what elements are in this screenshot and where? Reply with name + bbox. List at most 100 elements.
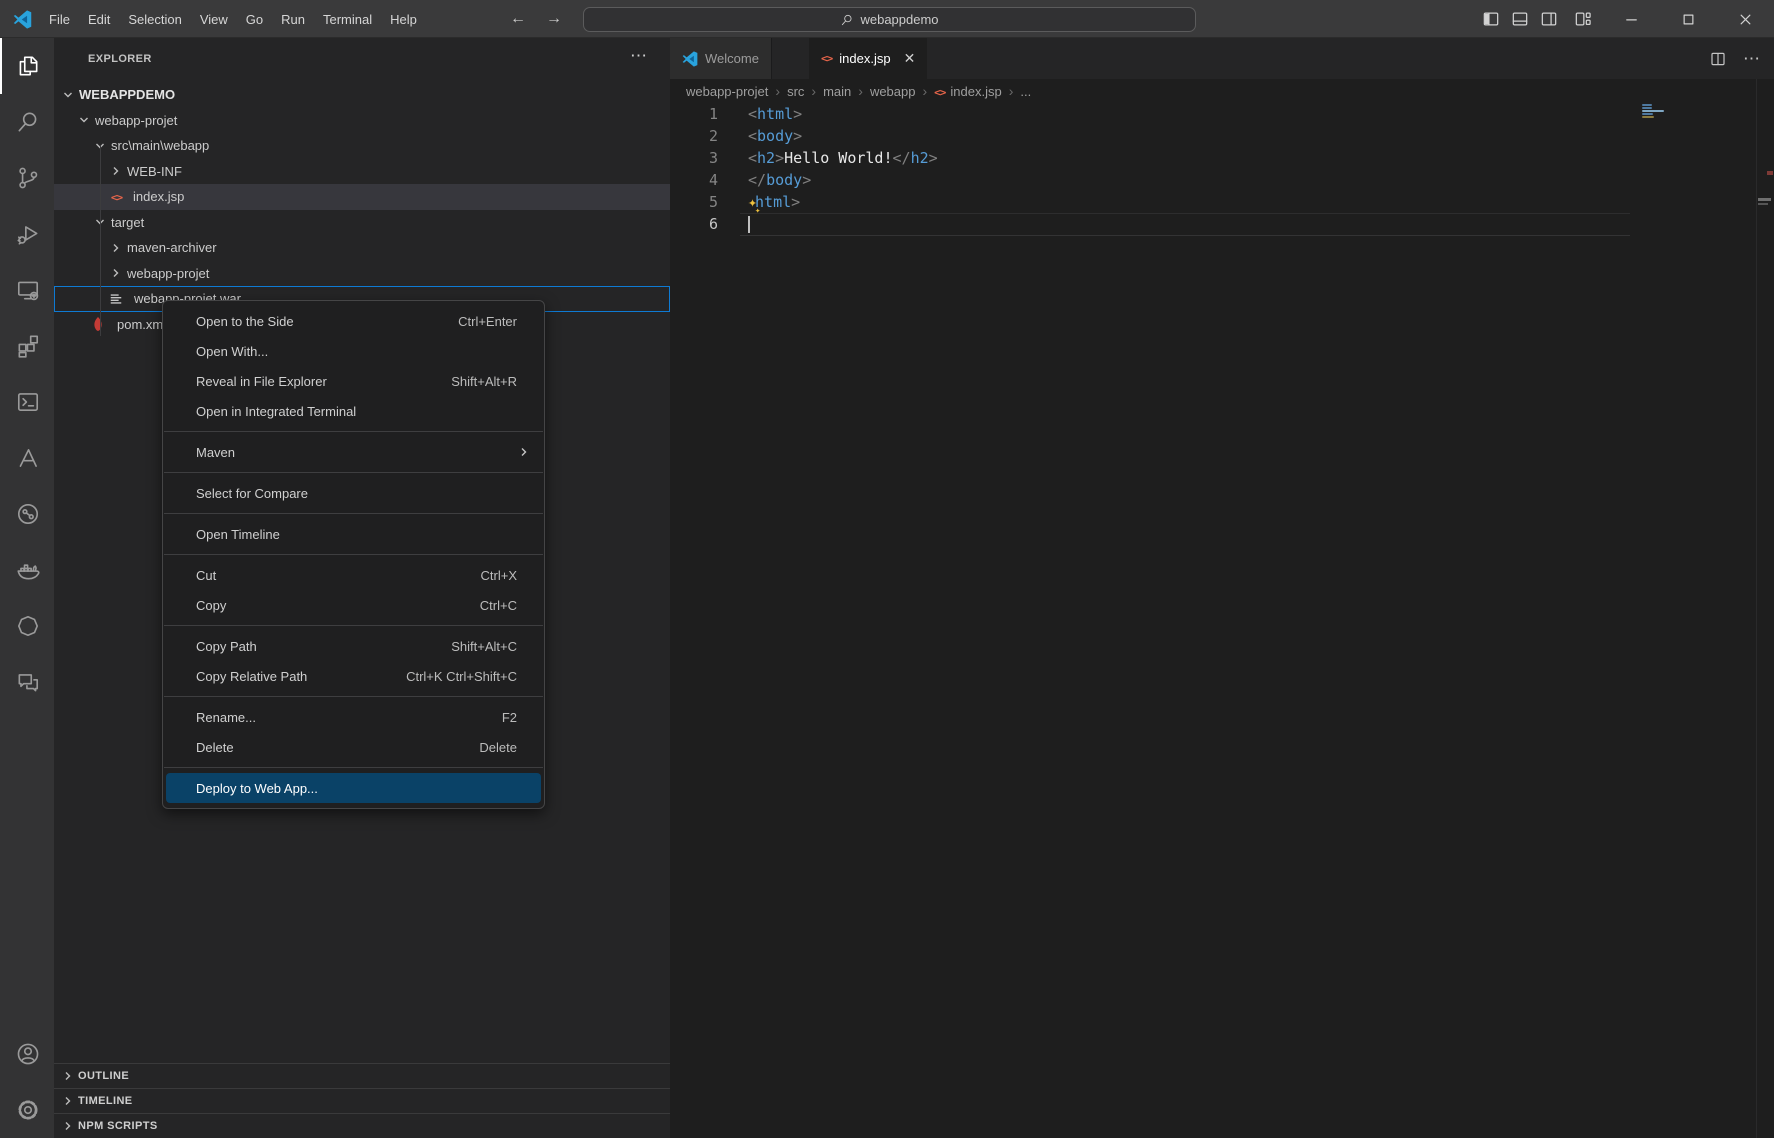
minimize-icon[interactable] <box>1603 0 1660 38</box>
tree-item-maven-archiver[interactable]: maven-archiver <box>54 235 670 261</box>
menu-view[interactable]: View <box>191 8 237 31</box>
context-menu-item-open-in-integrated-terminal[interactable]: Open in Integrated Terminal <box>163 396 544 426</box>
context-menu-item-copy[interactable]: CopyCtrl+C <box>163 590 544 620</box>
run-debug-icon[interactable] <box>0 206 54 262</box>
breadcrumb-item-webapp[interactable]: webapp <box>870 84 916 99</box>
minimap-line <box>1642 104 1652 106</box>
tab-welcome[interactable]: Welcome <box>670 38 772 79</box>
tree-item-label: src\main\webapp <box>111 138 209 153</box>
command-center-search[interactable]: webappdemo <box>583 7 1196 32</box>
maximize-icon[interactable] <box>1660 0 1717 38</box>
explorer-icon[interactable] <box>0 38 54 94</box>
section-npm-scripts[interactable]: NPM SCRIPTS <box>54 1113 670 1138</box>
minimap-line <box>1642 116 1654 118</box>
tree-item-webappdemo[interactable]: WEBAPPDEMO <box>54 82 670 108</box>
tree-item-index-jsp[interactable]: <>index.jsp <box>54 184 670 210</box>
menu-help[interactable]: Help <box>381 8 426 31</box>
breadcrumb-label: main <box>823 84 851 99</box>
menu-item-label: Copy <box>196 598 480 613</box>
editor-more-actions-icon[interactable]: ⋯ <box>1743 49 1760 69</box>
copilot-sparkle-icon[interactable]: ✦✦ <box>748 193 757 211</box>
extensions-icon[interactable] <box>0 318 54 374</box>
terminal-panel-icon[interactable] <box>0 374 54 430</box>
war-file-icon <box>109 292 126 306</box>
more-actions-icon[interactable]: ⋯ <box>630 46 648 66</box>
breadcrumb-item-webapp-projet[interactable]: webapp-projet <box>686 84 768 99</box>
tree-item-target[interactable]: target <box>54 210 670 236</box>
window-controls <box>1476 0 1774 38</box>
close-tab-icon[interactable]: ✕ <box>904 50 916 67</box>
menu-item-label: Delete <box>196 740 479 755</box>
source-control-icon[interactable] <box>0 150 54 206</box>
menu-item-label: Open With... <box>196 344 517 359</box>
context-menu-item-open-with[interactable]: Open With... <box>163 336 544 366</box>
code-area[interactable]: 1<html>2<body>3<h2>Hello World!</h2>4</b… <box>670 103 1774 235</box>
breadcrumb-separator: › <box>858 83 863 99</box>
overview-ruler-mark <box>1767 171 1773 175</box>
context-menu-item-cut[interactable]: CutCtrl+X <box>163 560 544 590</box>
minimap-line <box>1642 113 1653 115</box>
back-arrow-icon[interactable]: ← <box>505 7 531 31</box>
minimap[interactable] <box>1642 104 1664 119</box>
toggle-secondary-sidebar-icon[interactable] <box>1534 0 1563 38</box>
kubernetes-icon[interactable] <box>0 598 54 654</box>
docker-icon[interactable] <box>0 542 54 598</box>
tree-item-webapp-projet[interactable]: webapp-projet <box>54 108 670 134</box>
breadcrumb-item-main[interactable]: main <box>823 84 851 99</box>
close-icon[interactable] <box>1717 0 1774 38</box>
context-menu-item-copy-path[interactable]: Copy PathShift+Alt+C <box>163 631 544 661</box>
toggle-panel-icon[interactable] <box>1505 0 1534 38</box>
remote-explorer-icon[interactable] <box>0 262 54 318</box>
breadcrumb-item-[interactable]: ... <box>1020 84 1031 99</box>
tree-item-src-main-webapp[interactable]: src\main\webapp <box>54 133 670 159</box>
line-number: 1 <box>670 103 718 125</box>
menu-file[interactable]: File <box>40 8 79 31</box>
menu-edit[interactable]: Edit <box>79 8 119 31</box>
tree-item-label: WEB-INF <box>127 164 182 179</box>
code-line-2: 2<body> <box>670 125 1774 147</box>
sidebar-title: EXPLORER <box>88 53 152 65</box>
tree-item-label: WEBAPPDEMO <box>79 87 175 102</box>
context-menu-item-reveal-in-file-explorer[interactable]: Reveal in File ExplorerShift+Alt+R <box>163 366 544 396</box>
context-menu-item-copy-relative-path[interactable]: Copy Relative PathCtrl+K Ctrl+Shift+C <box>163 661 544 691</box>
tab-label: Welcome <box>705 51 759 66</box>
split-editor-icon[interactable] <box>1709 50 1727 68</box>
tab-index-jsp[interactable]: <>index.jsp✕ <box>809 38 927 79</box>
breadcrumb-separator: › <box>775 83 780 99</box>
section-timeline[interactable]: TIMELINE <box>54 1088 670 1113</box>
settings-gear-icon[interactable] <box>0 1082 54 1138</box>
context-menu-item-open-timeline[interactable]: Open Timeline <box>163 519 544 549</box>
tree-item-web-inf[interactable]: WEB-INF <box>54 159 670 185</box>
context-menu-item-open-to-the-side[interactable]: Open to the SideCtrl+Enter <box>163 306 544 336</box>
minimap-line <box>1642 107 1652 109</box>
azure-icon[interactable] <box>0 430 54 486</box>
toggle-primary-sidebar-icon[interactable] <box>1476 0 1505 38</box>
context-menu-item-rename[interactable]: Rename...F2 <box>163 702 544 732</box>
code-line-1: 1<html> <box>670 103 1774 125</box>
activity-bar <box>0 38 54 1138</box>
breadcrumb-label: ... <box>1020 84 1031 99</box>
context-menu-item-delete[interactable]: DeleteDelete <box>163 732 544 762</box>
section-outline[interactable]: OUTLINE <box>54 1063 670 1088</box>
breadcrumb-item-src[interactable]: src <box>787 84 804 99</box>
context-menu-item-select-for-compare[interactable]: Select for Compare <box>163 478 544 508</box>
tree-item-label: index.jsp <box>133 189 184 204</box>
azure-resources-icon[interactable] <box>0 486 54 542</box>
context-menu-item-deploy-to-web-app[interactable]: Deploy to Web App... <box>166 773 541 803</box>
customize-layout-icon[interactable] <box>1563 0 1603 38</box>
tree-item-webapp-projet[interactable]: webapp-projet <box>54 261 670 287</box>
search-sidebar-icon[interactable] <box>0 94 54 150</box>
forward-arrow-icon[interactable]: → <box>541 7 567 31</box>
jsp-file-icon: <> <box>934 84 945 99</box>
menu-go[interactable]: Go <box>237 8 272 31</box>
breadcrumb-item-index-jsp[interactable]: <>index.jsp <box>934 84 1002 99</box>
menu-run[interactable]: Run <box>272 8 314 31</box>
menu-selection[interactable]: Selection <box>119 8 190 31</box>
menu-separator <box>164 767 543 768</box>
accounts-icon[interactable] <box>0 1026 54 1082</box>
overview-ruler-border <box>1756 79 1757 1138</box>
menu-item-shortcut: Delete <box>479 740 517 755</box>
menu-terminal[interactable]: Terminal <box>314 8 381 31</box>
comments-icon[interactable] <box>0 654 54 710</box>
context-menu-item-maven[interactable]: Maven <box>163 437 544 467</box>
